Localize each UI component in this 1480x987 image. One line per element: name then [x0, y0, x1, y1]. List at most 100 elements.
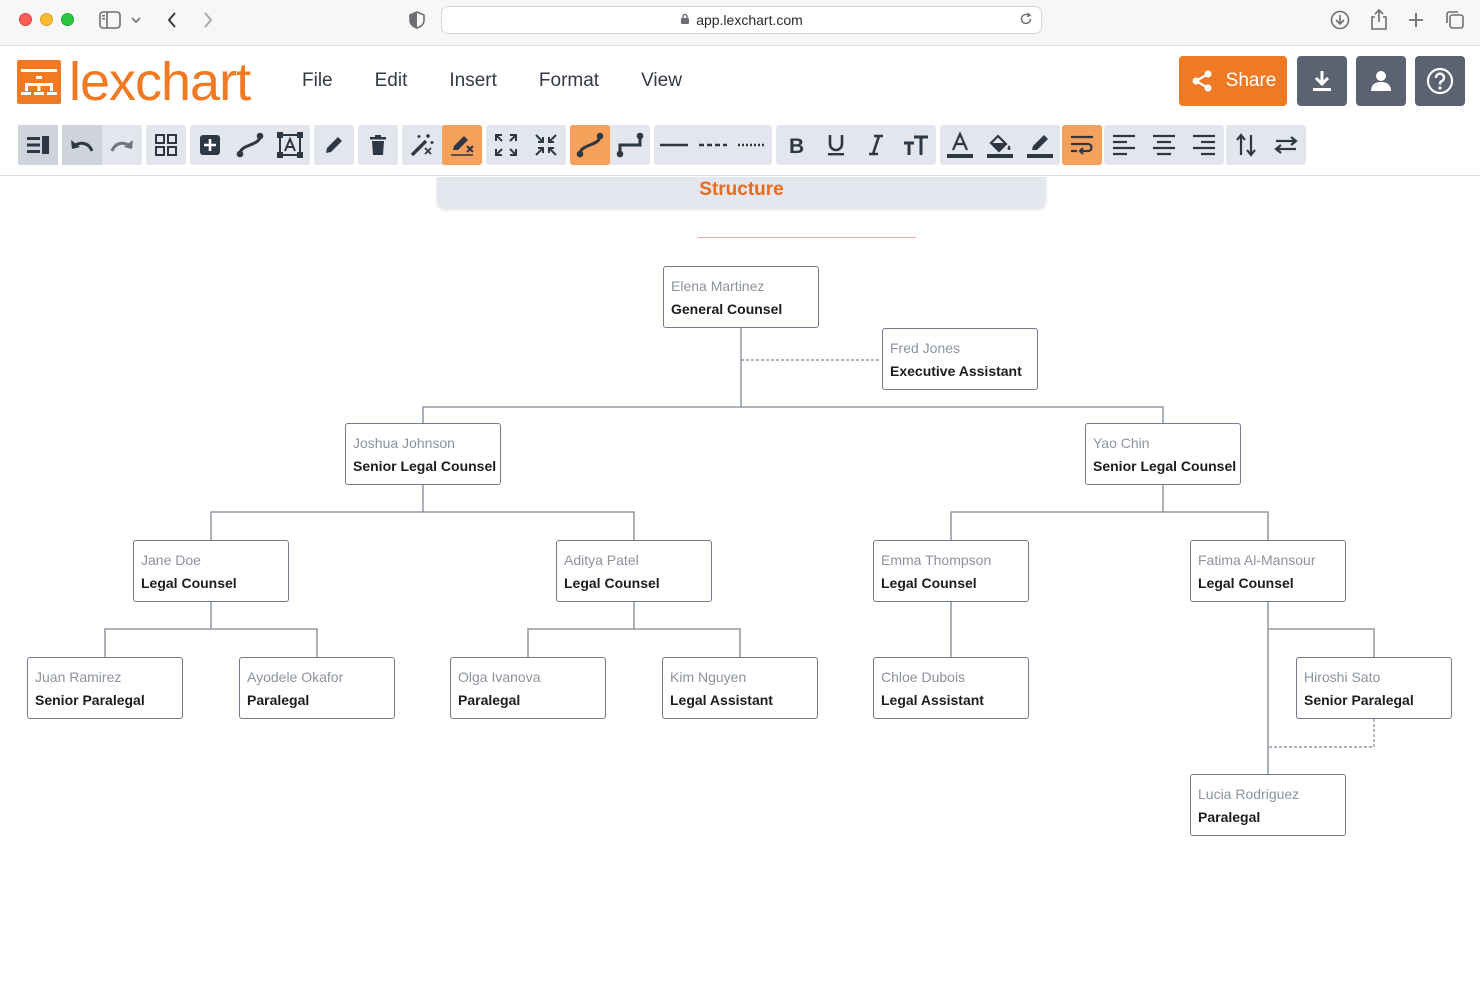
dashed-line-button[interactable]	[693, 125, 732, 165]
underline-button[interactable]	[816, 125, 856, 165]
swap-horizontal-button[interactable]	[1266, 125, 1306, 165]
org-node-chloe-dubois[interactable]: Chloe Dubois Legal Assistant	[873, 657, 1029, 719]
chart-canvas[interactable]: Structure Elena Martinez General Counsel…	[0, 177, 1480, 987]
dashed-line-icon	[698, 143, 727, 147]
back-icon[interactable]	[162, 8, 182, 32]
org-node-lucia-rodriguez[interactable]: Lucia Rodriguez Paralegal	[1190, 774, 1346, 836]
chevron-down-icon[interactable]	[128, 8, 144, 32]
node-role: Legal Assistant	[670, 692, 773, 708]
line-color-icon	[1027, 135, 1053, 158]
org-node-juan-ramirez[interactable]: Juan Ramirez Senior Paralegal	[27, 657, 183, 719]
org-node-joshua-johnson[interactable]: Joshua Johnson Senior Legal Counsel	[345, 423, 501, 485]
redo-button[interactable]	[102, 125, 142, 165]
connector-line	[950, 485, 1269, 540]
svg-text:B: B	[789, 135, 804, 156]
italic-button[interactable]	[856, 125, 896, 165]
sidebar-toggle-icon[interactable]	[98, 8, 122, 32]
align-right-button[interactable]	[1184, 125, 1224, 165]
italic-icon	[869, 134, 883, 156]
menu-insert[interactable]: Insert	[449, 70, 497, 92]
collapse-button[interactable]	[526, 125, 566, 165]
solid-line-icon	[659, 143, 688, 147]
lock-icon	[680, 12, 690, 28]
node-name: Ayodele Okafor	[247, 669, 344, 685]
text-size-button[interactable]	[896, 125, 936, 165]
undo-button[interactable]	[62, 125, 102, 165]
org-node-kim-nguyen[interactable]: Kim Nguyen Legal Assistant	[662, 657, 818, 719]
edit-button[interactable]	[314, 125, 354, 165]
wrap-text-icon	[1071, 135, 1093, 155]
dotted-line-icon	[738, 143, 767, 147]
close-window-button[interactable]	[19, 13, 32, 26]
node-name: Lucia Rodriguez	[1198, 786, 1300, 802]
fill-color-button[interactable]	[980, 125, 1020, 165]
reload-icon[interactable]	[1019, 12, 1033, 29]
magic-wand-icon	[410, 134, 434, 157]
menu-format[interactable]: Format	[539, 70, 599, 92]
org-node-fred-jones[interactable]: Fred Jones Executive Assistant	[882, 328, 1038, 390]
org-node-elena-martinez[interactable]: Elena Martinez General Counsel	[663, 266, 819, 328]
elbow-line-icon	[616, 132, 644, 158]
node-role: Legal Counsel	[1198, 575, 1294, 591]
org-node-aditya-patel[interactable]: Aditya Patel Legal Counsel	[556, 540, 712, 602]
node-name: Emma Thompson	[881, 552, 992, 568]
downloads-icon[interactable]	[1328, 8, 1352, 32]
lexchart-logo[interactable]: lexchart	[17, 55, 251, 109]
org-node-olga-ivanova[interactable]: Olga Ivanova Paralegal	[450, 657, 606, 719]
font-color-button[interactable]	[940, 125, 980, 165]
address-bar[interactable]: app.lexchart.com	[441, 6, 1042, 34]
underline-icon	[828, 135, 844, 156]
share-icon	[1192, 70, 1212, 92]
node-name: Fatima Al-Mansour	[1198, 552, 1316, 568]
curved-line-button[interactable]	[570, 125, 610, 165]
swap-vertical-button[interactable]	[1226, 125, 1266, 165]
outline-panel-button[interactable]	[18, 125, 58, 165]
node-name: Jane Doe	[141, 552, 201, 568]
wrap-text-button[interactable]	[1062, 125, 1102, 165]
node-role: Legal Counsel	[564, 575, 660, 591]
line-color-button[interactable]	[1020, 125, 1060, 165]
solid-line-button[interactable]	[654, 125, 693, 165]
app-header: lexchart File Edit Insert Format View Sh…	[0, 46, 1480, 118]
download-button[interactable]	[1297, 56, 1347, 106]
url-text: app.lexchart.com	[696, 12, 803, 28]
expand-button[interactable]	[486, 125, 526, 165]
share-button[interactable]: Share	[1179, 56, 1287, 106]
font-color-icon	[947, 131, 973, 158]
delete-button[interactable]	[358, 125, 398, 165]
tab-overview-icon[interactable]	[1443, 8, 1467, 32]
node-role: Senior Paralegal	[1304, 692, 1414, 708]
menu-view[interactable]: View	[641, 70, 682, 92]
new-tab-icon[interactable]	[1405, 8, 1427, 32]
grid-button[interactable]	[146, 125, 186, 165]
connector-button[interactable]	[230, 125, 270, 165]
org-node-emma-thompson[interactable]: Emma Thompson Legal Counsel	[873, 540, 1029, 602]
forward-icon[interactable]	[198, 8, 218, 32]
org-node-fatima-al-mansour[interactable]: Fatima Al-Mansour Legal Counsel	[1190, 540, 1346, 602]
add-box-button[interactable]	[190, 125, 230, 165]
maximize-window-button[interactable]	[61, 13, 74, 26]
align-left-button[interactable]	[1104, 125, 1144, 165]
org-node-yao-chin[interactable]: Yao Chin Senior Legal Counsel	[1085, 423, 1241, 485]
help-button[interactable]	[1415, 56, 1465, 106]
magic-wand-button[interactable]	[402, 125, 442, 165]
elbow-line-button[interactable]	[610, 125, 650, 165]
dotted-line-button[interactable]	[733, 125, 772, 165]
org-node-jane-doe[interactable]: Jane Doe Legal Counsel	[133, 540, 289, 602]
menu-edit[interactable]: Edit	[375, 70, 408, 92]
node-role: Senior Paralegal	[35, 692, 145, 708]
org-node-ayodele-okafor[interactable]: Ayodele Okafor Paralegal	[239, 657, 395, 719]
dotted-connector-line	[1268, 719, 1375, 748]
account-button[interactable]	[1356, 56, 1406, 106]
bold-button[interactable]: B	[776, 125, 816, 165]
privacy-shield-icon[interactable]	[406, 8, 428, 32]
minimize-window-button[interactable]	[40, 13, 53, 26]
menu-file[interactable]: File	[302, 70, 333, 92]
text-box-button[interactable]	[270, 125, 310, 165]
auto-format-button[interactable]	[442, 125, 482, 165]
bold-icon: B	[789, 135, 804, 156]
share-page-icon[interactable]	[1367, 8, 1391, 32]
align-center-button[interactable]	[1144, 125, 1184, 165]
node-name: Yao Chin	[1093, 435, 1150, 451]
org-node-hiroshi-sato[interactable]: Hiroshi Sato Senior Paralegal	[1296, 657, 1452, 719]
